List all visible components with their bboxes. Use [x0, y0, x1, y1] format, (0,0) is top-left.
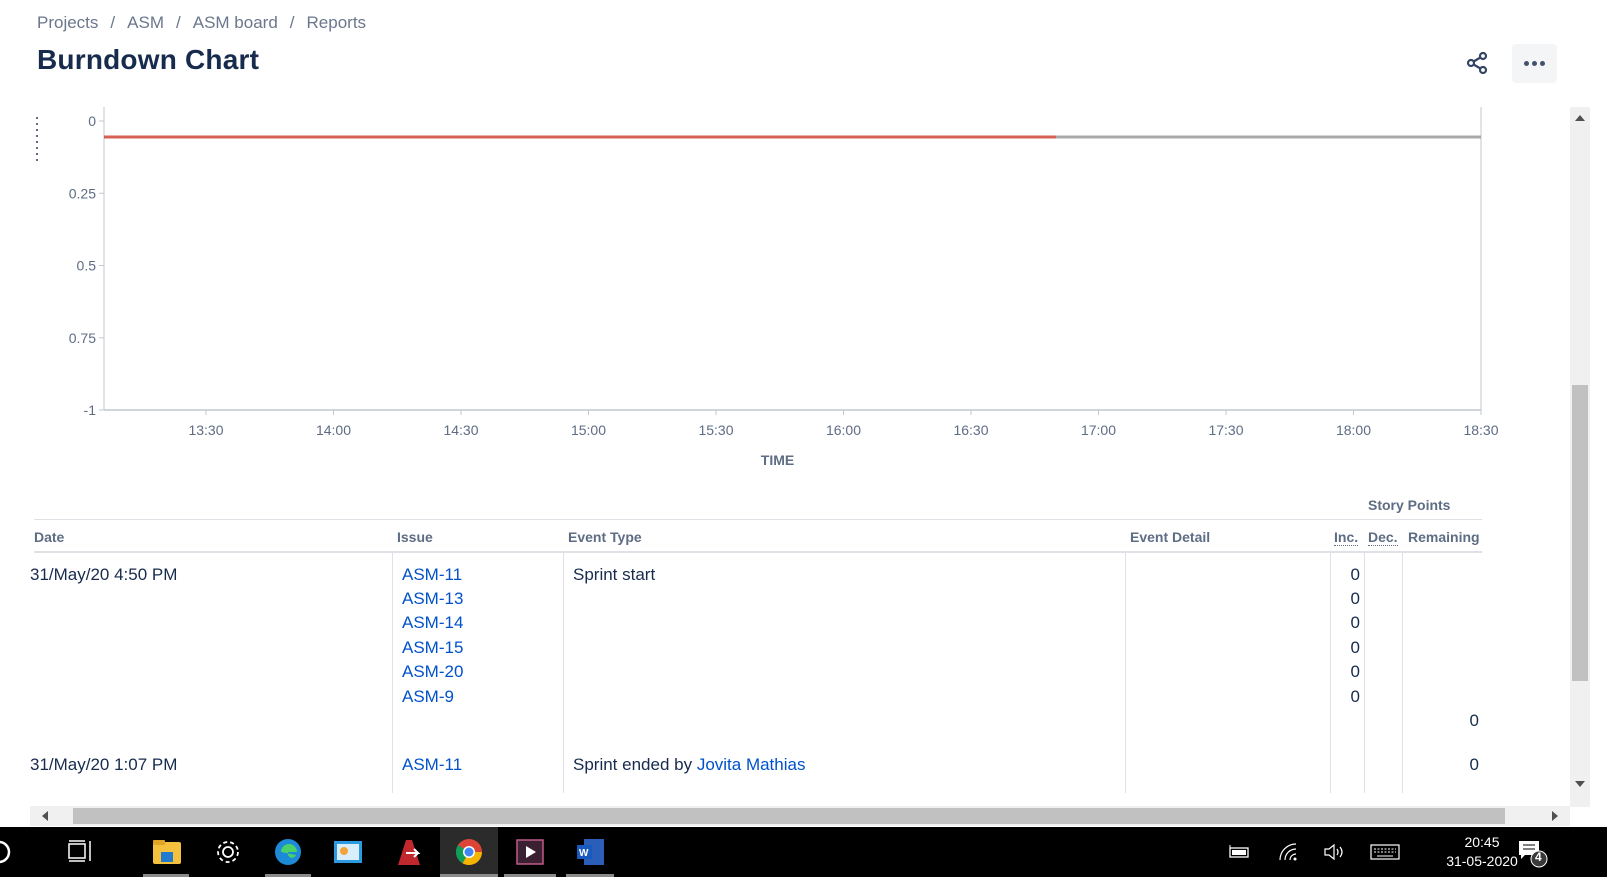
y-tick-label: -1: [84, 402, 97, 418]
issue-link[interactable]: ASM-9: [402, 687, 454, 707]
access-app-icon[interactable]: [392, 835, 426, 869]
column-header-event-type: Event Type: [568, 529, 642, 545]
video-player-icon[interactable]: [513, 835, 547, 869]
breadcrumb-separator: /: [289, 13, 295, 32]
x-tick-label: 17:00: [1081, 422, 1116, 438]
breadcrumb-separator: /: [110, 13, 116, 32]
inc-value: 0: [1350, 638, 1360, 657]
file-explorer-icon[interactable]: [150, 835, 184, 869]
touch-keyboard-icon[interactable]: [1368, 835, 1402, 869]
task-view-icon[interactable]: [62, 835, 96, 869]
settings-icon[interactable]: [211, 835, 245, 869]
divider: [34, 519, 1482, 520]
x-tick-label: 18:30: [1463, 422, 1498, 438]
y-tick-label: 0.75: [69, 330, 96, 346]
share-button[interactable]: [1460, 46, 1494, 80]
y-tick-label: 0.25: [69, 185, 96, 201]
remaining-value: 0: [1469, 755, 1479, 774]
column-header-remaining: Remaining: [1408, 529, 1480, 545]
remaining-value: 0: [1469, 711, 1479, 730]
column-header-issue: Issue: [397, 529, 433, 545]
wifi-icon[interactable]: [1272, 835, 1306, 869]
burndown-chart: 0 0.25 0.5 0.75 -1 13:30 14:00 14:30 15:00 15:30 1…: [69, 107, 1499, 468]
issue-link[interactable]: ASM-15: [402, 638, 463, 658]
row-date: 31/May/20 4:50 PM: [30, 565, 178, 584]
column-header-dec: Dec.: [1368, 529, 1398, 546]
more-actions-button[interactable]: [1512, 44, 1557, 83]
scroll-up-arrow-icon[interactable]: [1575, 115, 1585, 121]
story-points-group-header: Story Points: [1368, 497, 1451, 513]
vertical-scroll-thumb[interactable]: [1572, 385, 1588, 681]
issue-link[interactable]: ASM-13: [402, 589, 463, 609]
event-type: Sprint start: [573, 565, 656, 584]
control-panel-icon[interactable]: [331, 835, 365, 869]
breadcrumb-separator: /: [176, 13, 181, 32]
breadcrumb-asm-board[interactable]: ASM board: [193, 13, 278, 33]
svg-text:W: W: [579, 848, 589, 859]
x-tick-label: 18:00: [1336, 422, 1371, 438]
breadcrumb: Projects / ASM / ASM board / Reports: [37, 13, 366, 33]
edge-browser-icon[interactable]: [271, 835, 305, 869]
battery-icon[interactable]: [1222, 835, 1256, 869]
x-tick-label: 15:30: [698, 422, 733, 438]
y-tick-label: 0: [88, 113, 96, 129]
x-axis-title: TIME: [761, 452, 794, 468]
breadcrumb-reports[interactable]: Reports: [307, 13, 367, 33]
vertical-scrollbar[interactable]: [1570, 107, 1590, 807]
windows-taskbar: W 20:45 31-05-2020 4: [0, 827, 1607, 877]
x-tick-label: 15:00: [571, 422, 606, 438]
column-header-date: Date: [34, 529, 65, 545]
y-tick-label: 0.5: [77, 258, 97, 274]
x-tick-label: 13:30: [188, 422, 223, 438]
cortana-icon[interactable]: [0, 835, 16, 869]
horizontal-scroll-thumb[interactable]: [73, 808, 1505, 824]
x-tick-label: 14:30: [443, 422, 478, 438]
event-type: Sprint ended by Jovita Mathias: [573, 755, 805, 775]
column-header-inc: Inc.: [1334, 529, 1359, 546]
inc-value: 0: [1350, 662, 1360, 681]
x-tick-label: 14:00: [316, 422, 351, 438]
notification-count-badge: 4: [1535, 850, 1542, 864]
event-type-text: Sprint ended by: [573, 755, 697, 774]
inc-value: 0: [1350, 687, 1360, 706]
column-divider: [563, 553, 564, 793]
inc-value: 0: [1350, 613, 1360, 632]
volume-icon[interactable]: [1318, 835, 1352, 869]
horizontal-scrollbar[interactable]: [30, 806, 1570, 826]
column-header-event-detail: Event Detail: [1130, 529, 1211, 545]
column-divider: [1364, 553, 1365, 793]
scroll-right-arrow-icon[interactable]: [1552, 811, 1558, 821]
word-icon[interactable]: W: [573, 835, 607, 869]
issue-link[interactable]: ASM-14: [402, 613, 463, 633]
action-center-icon[interactable]: 4: [1515, 835, 1549, 869]
chrome-icon[interactable]: [452, 835, 486, 869]
issue-link[interactable]: ASM-20: [402, 662, 463, 682]
more-icon: [1523, 61, 1547, 66]
page: Projects / ASM / ASM board / Reports Bur…: [0, 0, 1607, 827]
breadcrumb-asm[interactable]: ASM: [127, 13, 164, 33]
scroll-down-arrow-icon[interactable]: [1575, 781, 1585, 787]
scroll-left-arrow-icon[interactable]: [42, 811, 48, 821]
column-divider: [1402, 553, 1403, 793]
x-tick-label: 17:30: [1208, 422, 1243, 438]
page-title: Burndown Chart: [37, 44, 260, 75]
column-divider: [1125, 553, 1126, 793]
share-icon: [1466, 51, 1488, 75]
x-tick-label: 16:30: [953, 422, 988, 438]
row-date: 31/May/20 1:07 PM: [30, 755, 178, 774]
issue-link[interactable]: ASM-11: [402, 755, 462, 775]
inc-value: 0: [1350, 565, 1360, 584]
breadcrumb-projects[interactable]: Projects: [37, 13, 98, 33]
issue-link[interactable]: ASM-11: [402, 565, 462, 585]
user-link[interactable]: Jovita Mathias: [697, 755, 806, 774]
column-divider: [392, 553, 393, 793]
x-tick-label: 16:00: [826, 422, 861, 438]
report-content: 0 0.25 0.5 0.75 -1 13:30 14:00 14:30 15:00 15:30 1…: [0, 105, 1578, 805]
header-divider: [34, 551, 1482, 553]
inc-value: 0: [1350, 589, 1360, 608]
